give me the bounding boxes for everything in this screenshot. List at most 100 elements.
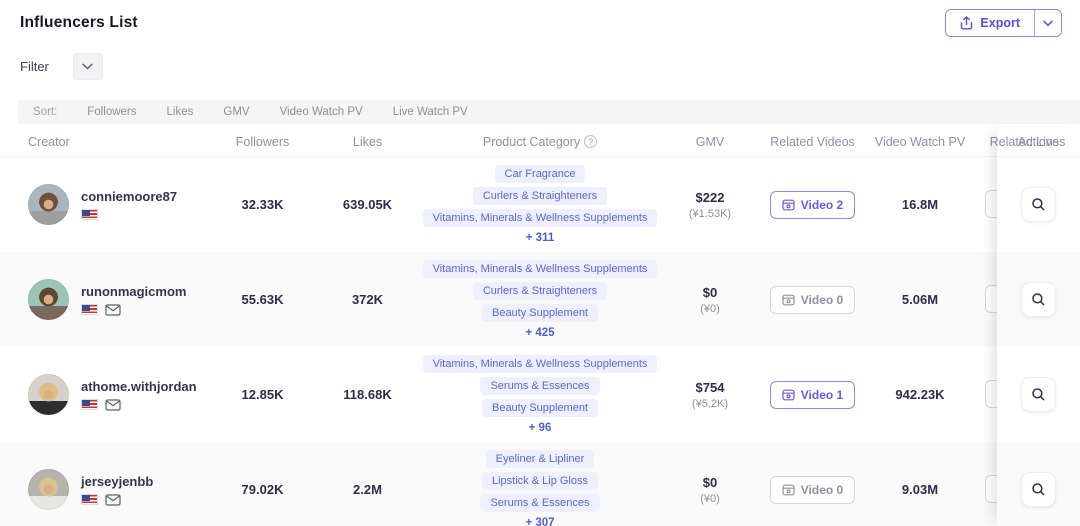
avatar[interactable] (28, 184, 69, 225)
page-title: Influencers List (20, 14, 138, 32)
category-tag: Lipstick & Lip Gloss (482, 472, 598, 490)
followers-value: 32.33K (210, 197, 315, 212)
sort-bar: Sort: Followers Likes GMV Video Watch PV Liv… (18, 100, 1080, 124)
gmv-usd: $0 (660, 475, 760, 490)
category-tag: Curlers & Straighteners (473, 187, 607, 205)
filter-row: Filter (0, 53, 1080, 80)
header-followers: Followers (210, 135, 315, 149)
gmv-usd: $754 (660, 380, 760, 395)
video-watch-pv-value: 16.8M (865, 197, 975, 212)
export-button-label: Export (980, 16, 1020, 30)
search-icon (1031, 292, 1046, 307)
category-tag: Eyeliner & Lipliner (486, 450, 595, 468)
category-tags: Car FragranceCurlers & StraightenersVita… (423, 165, 658, 227)
actions-cell (997, 157, 1080, 252)
gmv-cny: (¥0) (660, 493, 760, 505)
gmv-usd: $0 (660, 285, 760, 300)
search-action-button[interactable] (1021, 377, 1056, 412)
us-flag-icon (81, 399, 98, 410)
more-categories-link[interactable]: + 311 (526, 232, 554, 244)
more-categories-link[interactable]: + 425 (525, 327, 554, 339)
header-product-category: Product Category? (420, 135, 660, 149)
filter-expand-button[interactable] (73, 53, 103, 80)
sort-option[interactable]: Live Watch PV (393, 106, 468, 118)
related-videos-button[interactable]: Video 1 (770, 381, 855, 409)
us-flag-icon (81, 304, 98, 315)
likes-value: 2.2M (315, 482, 420, 497)
filter-label: Filter (20, 59, 49, 74)
sort-label: Sort: (33, 106, 57, 118)
more-categories-link[interactable]: + 307 (525, 517, 554, 526)
category-tag: Serums & Essences (480, 377, 599, 395)
search-action-button[interactable] (1021, 472, 1056, 507)
likes-value: 639.05K (315, 197, 420, 212)
us-flag-icon (81, 494, 98, 505)
category-tag: Vitamins, Minerals & Wellness Supplement… (423, 260, 658, 278)
gmv-usd: $222 (660, 190, 760, 205)
creator-username[interactable]: athome.withjordan (81, 379, 197, 394)
table-row: athome.withjordan 12.85K 118.68K Vitamin… (0, 347, 1080, 442)
gmv-cell: $0 (¥0) (660, 285, 760, 315)
gmv-cell: $0 (¥0) (660, 475, 760, 505)
header-creator: Creator (0, 135, 210, 149)
gmv-cny: (¥5.2K) (660, 398, 760, 410)
avatar[interactable] (28, 279, 69, 320)
influencers-list-page: Influencers List Export Filter (0, 0, 1080, 526)
us-flag-icon (81, 209, 98, 220)
related-videos-button[interactable]: Video 2 (770, 191, 855, 219)
influencers-table: Creator Followers Likes Product Category… (0, 127, 1080, 526)
actions-cell (997, 442, 1080, 526)
video-icon (782, 199, 795, 211)
avatar[interactable] (28, 469, 69, 510)
category-tag: Vitamins, Minerals & Wellness Supplement… (423, 355, 658, 373)
category-tags: Vitamins, Minerals & Wellness Supplement… (423, 355, 658, 417)
export-dropdown-caret[interactable] (1034, 10, 1061, 36)
email-icon[interactable] (105, 494, 121, 506)
creator-cell: runonmagicmom (0, 279, 210, 320)
table-row: jerseyjenbb 79.02K 2.2M Eyeliner & Lipli… (0, 442, 1080, 526)
video-button-label: Video 1 (801, 388, 843, 402)
search-action-button[interactable] (1021, 187, 1056, 222)
search-action-button[interactable] (1021, 282, 1056, 317)
sort-option[interactable]: Followers (87, 106, 136, 118)
video-button-label: Video 0 (801, 293, 843, 307)
gmv-cell: $754 (¥5.2K) (660, 380, 760, 410)
fixed-actions-column: Actions (997, 127, 1080, 526)
actions-header: Actions (997, 127, 1080, 157)
table-header-row: Creator Followers Likes Product Category… (0, 127, 1080, 157)
avatar[interactable] (28, 374, 69, 415)
actions-cell (997, 347, 1080, 442)
video-button-label: Video 0 (801, 483, 843, 497)
export-button[interactable]: Export (946, 10, 1034, 36)
help-question-icon[interactable]: ? (584, 135, 597, 148)
video-button-label: Video 2 (801, 198, 843, 212)
search-icon (1031, 197, 1046, 212)
sort-option[interactable]: Likes (167, 106, 194, 118)
creator-username[interactable]: runonmagicmom (81, 284, 186, 299)
creator-username[interactable]: jerseyjenbb (81, 474, 153, 489)
chevron-down-icon (82, 63, 93, 70)
likes-value: 372K (315, 292, 420, 307)
category-tag: Beauty Supplement (482, 399, 598, 417)
search-icon (1031, 387, 1046, 402)
video-watch-pv-value: 942.23K (865, 387, 975, 402)
header-related-videos: Related Videos (760, 135, 865, 149)
video-icon (782, 484, 795, 496)
creator-username[interactable]: conniemoore87 (81, 189, 177, 204)
followers-value: 12.85K (210, 387, 315, 402)
header-likes: Likes (315, 135, 420, 149)
sort-option[interactable]: GMV (223, 106, 249, 118)
table-body: conniemoore87 32.33K 639.05K Car Fragran… (0, 157, 1080, 526)
category-tag: Vitamins, Minerals & Wellness Supplement… (423, 209, 658, 227)
email-icon[interactable] (105, 399, 121, 411)
likes-value: 118.68K (315, 387, 420, 402)
sort-option[interactable]: Video Watch PV (280, 106, 363, 118)
category-tags: Vitamins, Minerals & Wellness Supplement… (423, 260, 658, 322)
header-gmv: GMV (660, 135, 760, 149)
more-categories-link[interactable]: + 96 (529, 422, 552, 434)
email-icon[interactable] (105, 304, 121, 316)
related-videos-button[interactable]: Video 0 (770, 286, 855, 314)
video-watch-pv-value: 5.06M (865, 292, 975, 307)
related-videos-button[interactable]: Video 0 (770, 476, 855, 504)
product-category-cell: Car FragranceCurlers & StraightenersVita… (420, 165, 660, 244)
